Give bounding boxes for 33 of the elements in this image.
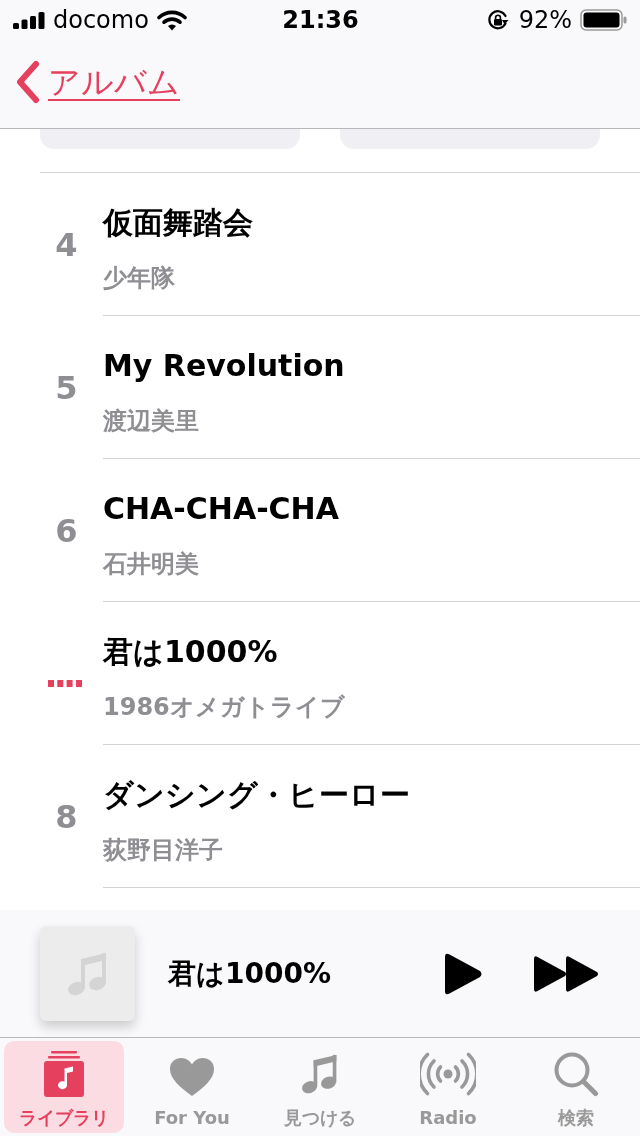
track-artist: 石井明美 bbox=[103, 549, 199, 580]
track-title[interactable]: 君は1000% bbox=[103, 632, 278, 672]
track-artist: 渡辺美里 bbox=[103, 406, 199, 437]
back-button[interactable]: アルバム bbox=[14, 60, 180, 104]
fast-forward-button[interactable] bbox=[533, 954, 600, 993]
carrier-name: docomo bbox=[53, 6, 149, 34]
library-icon bbox=[44, 1051, 84, 1097]
battery-icon bbox=[580, 9, 628, 31]
track-number: 6 bbox=[55, 510, 78, 551]
fast-forward-icon bbox=[533, 954, 600, 993]
chevron-left-icon bbox=[14, 60, 42, 104]
track-title[interactable]: 仮面舞踏会 bbox=[103, 203, 253, 243]
track-title[interactable]: CHA-CHA-CHA bbox=[103, 489, 339, 529]
track-number: 8 bbox=[55, 796, 78, 837]
battery-percent: 92% bbox=[518, 6, 572, 34]
rotation-lock-icon bbox=[486, 9, 509, 31]
signal-icon bbox=[13, 11, 45, 29]
track-number: 5 bbox=[55, 367, 78, 408]
wifi-icon bbox=[156, 9, 187, 31]
status-time: 21:36 bbox=[282, 6, 359, 34]
track-number: 4 bbox=[55, 224, 78, 265]
track-artist: 少年隊 bbox=[103, 263, 175, 294]
track-title[interactable]: ダンシング・ヒーロー bbox=[103, 775, 410, 815]
track-artist: 1986オメガトライブ bbox=[103, 692, 345, 723]
radio-broadcast-icon bbox=[420, 1051, 476, 1097]
heart-icon bbox=[169, 1057, 215, 1097]
play-icon bbox=[443, 951, 483, 996]
track-artist: 荻野目洋子 bbox=[103, 835, 223, 866]
search-icon bbox=[553, 1051, 599, 1097]
play-button[interactable] bbox=[443, 951, 483, 996]
track-title[interactable]: My Revolution bbox=[103, 346, 345, 386]
mini-player[interactable]: 君は1000% bbox=[0, 910, 640, 1038]
now-playing-title: 君は1000% bbox=[168, 955, 332, 992]
